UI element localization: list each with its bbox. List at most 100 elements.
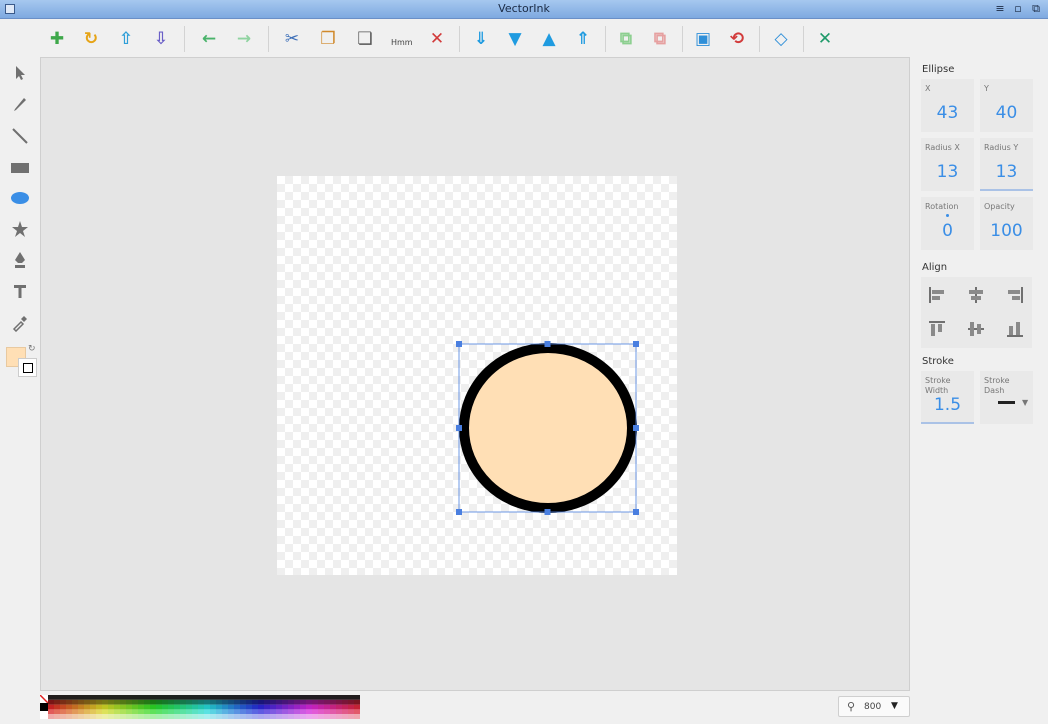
palette-swatch[interactable]	[354, 709, 360, 715]
undo-button[interactable]: ←	[199, 29, 219, 49]
palette-swatch[interactable]	[288, 699, 294, 705]
palette-swatch[interactable]	[102, 695, 108, 700]
y-value[interactable]: 40	[980, 103, 1033, 123]
bring-to-front-button[interactable]: ⇓	[471, 29, 491, 49]
palette-swatch[interactable]	[336, 709, 342, 715]
palette-swatch[interactable]	[132, 695, 138, 700]
palette-swatch[interactable]	[144, 695, 150, 700]
copy-button[interactable]: ❐	[318, 29, 338, 49]
palette-swatch[interactable]	[300, 695, 306, 700]
palette-swatch[interactable]	[48, 704, 54, 710]
palette-swatch[interactable]	[300, 704, 306, 710]
palette-swatch[interactable]	[276, 704, 282, 710]
palette-swatch[interactable]	[222, 704, 228, 710]
upload-button[interactable]: ⇧	[116, 29, 136, 49]
black-swatch[interactable]	[40, 703, 48, 711]
palette-swatch[interactable]	[96, 704, 102, 710]
ungroup-button[interactable]: ⧉	[650, 29, 670, 49]
palette-swatch[interactable]	[192, 704, 198, 710]
palette-swatch[interactable]	[180, 699, 186, 705]
palette-swatch[interactable]	[132, 709, 138, 715]
palette-swatch[interactable]	[240, 699, 246, 705]
palette-swatch[interactable]	[330, 709, 336, 715]
stroke-dash-field[interactable]: Stroke Dash ▼	[980, 371, 1033, 424]
palette-swatch[interactable]	[258, 704, 264, 710]
paste-button[interactable]: ❏	[355, 29, 375, 49]
resize-handle[interactable]	[544, 341, 551, 347]
palette-swatch[interactable]	[162, 709, 168, 715]
palette-swatch[interactable]	[258, 714, 264, 719]
palette-swatch[interactable]	[120, 699, 126, 705]
palette-swatch[interactable]	[282, 709, 288, 715]
palette-swatch[interactable]	[210, 695, 216, 700]
palette-swatch[interactable]	[48, 709, 54, 715]
palette-swatch[interactable]	[282, 704, 288, 710]
palette-swatch[interactable]	[228, 704, 234, 710]
palette-swatch[interactable]	[276, 714, 282, 719]
pencil-tool[interactable]	[10, 94, 30, 114]
palette-swatch[interactable]	[72, 714, 78, 719]
palette-swatch[interactable]	[150, 709, 156, 715]
palette-swatch[interactable]	[300, 699, 306, 705]
palette-swatch[interactable]	[270, 695, 276, 700]
palette-swatch[interactable]	[90, 714, 96, 719]
palette-swatch[interactable]	[66, 704, 72, 710]
palette-swatch[interactable]	[168, 709, 174, 715]
palette-swatch[interactable]	[138, 695, 144, 700]
resize-handle[interactable]	[633, 509, 639, 515]
palette-swatch[interactable]	[234, 714, 240, 719]
palette-swatch[interactable]	[246, 695, 252, 700]
align-center-vertical-icon[interactable]	[966, 319, 986, 339]
line-tool[interactable]	[10, 126, 30, 146]
rotation-value[interactable]: 0	[921, 221, 974, 241]
palette-swatch[interactable]	[198, 704, 204, 710]
menu-icon[interactable]: ≡	[994, 3, 1006, 15]
palette-swatch[interactable]	[318, 699, 324, 705]
palette-swatch[interactable]	[264, 695, 270, 700]
palette-swatch[interactable]	[156, 704, 162, 710]
stroke-width-field[interactable]: Stroke Width 1.5	[921, 371, 974, 424]
palette-swatch[interactable]	[96, 695, 102, 700]
palette-swatch[interactable]	[312, 695, 318, 700]
palette-swatch[interactable]	[132, 704, 138, 710]
eyedropper-tool[interactable]	[10, 313, 30, 333]
palette-swatch[interactable]	[258, 709, 264, 715]
palette-swatch[interactable]	[138, 709, 144, 715]
palette-swatch[interactable]	[114, 695, 120, 700]
palette-swatch[interactable]	[168, 714, 174, 719]
palette-swatch[interactable]	[300, 709, 306, 715]
palette-swatch[interactable]	[192, 714, 198, 719]
palette-swatch[interactable]	[150, 714, 156, 719]
palette-swatch[interactable]	[108, 695, 114, 700]
palette-swatch[interactable]	[144, 709, 150, 715]
radius-x-field[interactable]: Radius X 13	[921, 138, 974, 191]
palette-swatch[interactable]	[252, 699, 258, 705]
rectangle-tool[interactable]	[10, 158, 30, 178]
palette-swatch[interactable]	[174, 714, 180, 719]
palette-swatch[interactable]	[342, 714, 348, 719]
palette-swatch[interactable]	[78, 699, 84, 705]
group-button[interactable]: ⧉	[616, 29, 636, 49]
crop-button[interactable]: ▣	[693, 29, 713, 49]
palette-swatch[interactable]	[126, 699, 132, 705]
palette-swatch[interactable]	[180, 714, 186, 719]
palette-swatch[interactable]	[216, 714, 222, 719]
opacity-field[interactable]: Opacity 100	[980, 197, 1033, 250]
align-center-horizontal-icon[interactable]	[966, 285, 986, 305]
palette-swatch[interactable]	[264, 699, 270, 705]
palette-swatch[interactable]	[54, 699, 60, 705]
palette-swatch[interactable]	[48, 699, 54, 705]
palette-swatch[interactable]	[102, 704, 108, 710]
palette-swatch[interactable]	[234, 699, 240, 705]
select-tool[interactable]	[10, 63, 30, 83]
palette-swatch[interactable]	[234, 704, 240, 710]
palette-swatch[interactable]	[90, 709, 96, 715]
palette-swatch[interactable]	[312, 704, 318, 710]
palette-swatch[interactable]	[54, 714, 60, 719]
palette-swatch[interactable]	[330, 714, 336, 719]
palette-swatch[interactable]	[354, 695, 360, 700]
palette-swatch[interactable]	[156, 699, 162, 705]
palette-swatch[interactable]	[354, 699, 360, 705]
palette-swatch[interactable]	[330, 699, 336, 705]
palette-swatch[interactable]	[264, 714, 270, 719]
